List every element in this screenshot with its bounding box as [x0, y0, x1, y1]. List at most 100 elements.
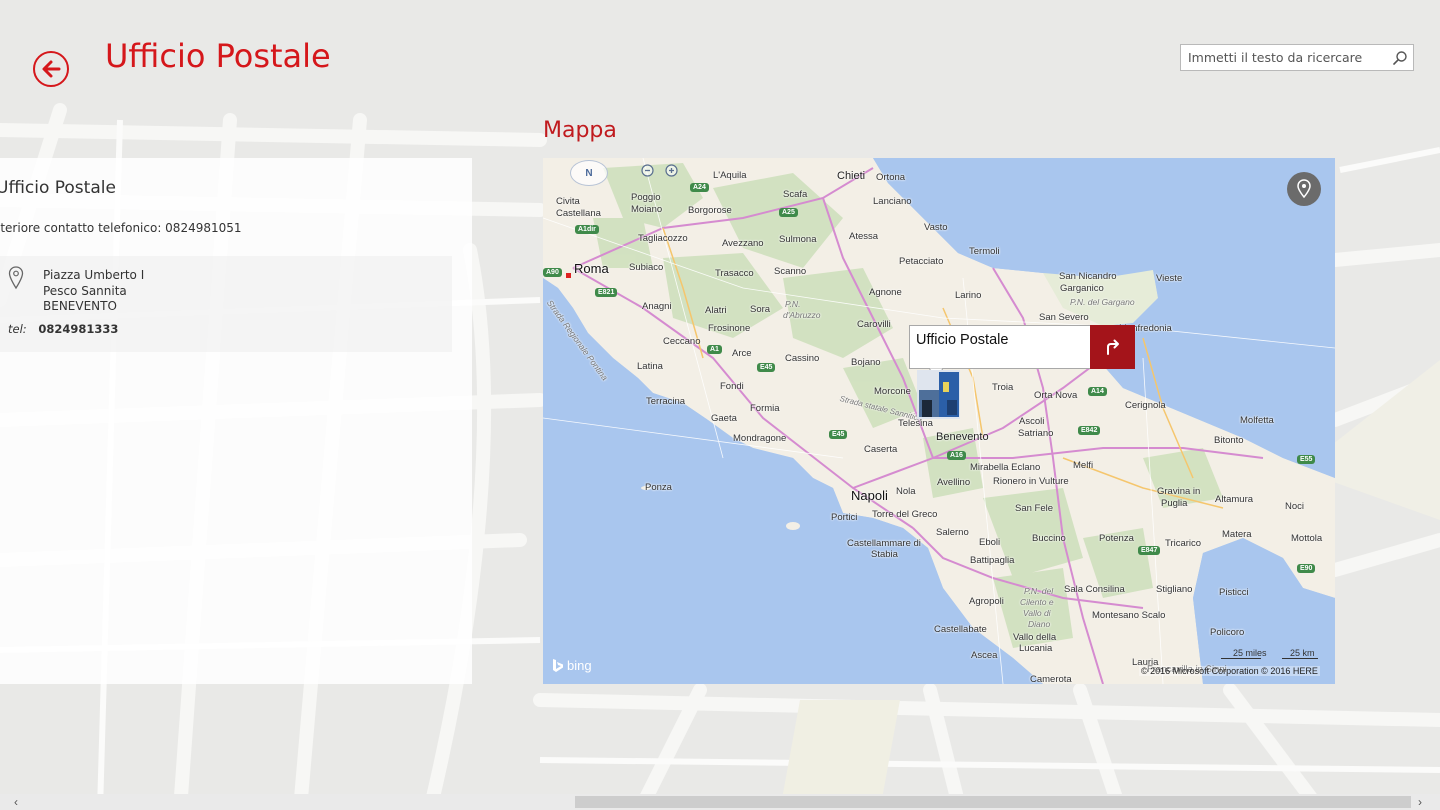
road-shield: E90: [1297, 564, 1316, 573]
map-label-noci: Noci: [1285, 501, 1305, 512]
map-label-moiano: Moiano: [631, 204, 663, 215]
search-box[interactable]: [1180, 44, 1414, 71]
map-label-agropoli: Agropoli: [969, 596, 1004, 607]
tel-value[interactable]: 0824981333: [38, 322, 118, 336]
map-label-castellana: Castellana: [556, 208, 601, 219]
map-label-castellammare: Castellammare di: [847, 538, 921, 549]
address-line-2: Pesco Sannita: [43, 283, 127, 298]
map-label-tagliacozzo: Tagliacozzo: [638, 233, 688, 244]
map-label-potenza: Potenza: [1099, 533, 1134, 544]
tel-label: tel:: [8, 322, 27, 336]
road-shield: E847: [1138, 546, 1161, 555]
search-button[interactable]: [1389, 47, 1411, 68]
map-label-altamura: Altamura: [1215, 494, 1254, 505]
road-shield: E45: [757, 363, 776, 372]
map-label-vasto: Vasto: [924, 222, 948, 233]
map-label-alatri: Alatri: [705, 305, 727, 316]
map-view[interactable]: Chieti Ortona L'Aquila Scafa Lanciano Ci…: [543, 158, 1335, 684]
map-label-molfetta: Molfetta: [1240, 415, 1274, 426]
map-label-telesina: Telesina: [898, 418, 933, 429]
map-label-dianotxt: Diano: [1028, 619, 1051, 629]
map-label-ascea: Ascea: [971, 650, 998, 661]
locate-me-button[interactable]: [1287, 172, 1321, 206]
bing-label: bing: [567, 658, 592, 673]
location-photo-thumbnail[interactable]: [917, 370, 960, 419]
scale-miles-label: 25 miles: [1233, 648, 1267, 658]
map-label-civita: Civita: [556, 196, 580, 207]
map-label-vallodellucania: Vallo della: [1013, 632, 1057, 643]
info-panel: Ufficio Postale lteriore contatto telefo…: [0, 158, 472, 684]
map-label-poggio: Poggio: [631, 192, 661, 203]
scale-km: 25 km: [1282, 648, 1318, 659]
compass-label: N: [585, 167, 593, 179]
map-label-mirabella: Mirabella Eclano: [970, 462, 1041, 473]
map-label-bitonto: Bitonto: [1214, 435, 1244, 446]
map-label-gravina: Gravina in: [1157, 486, 1201, 497]
scroll-left-arrow[interactable]: ‹: [8, 794, 24, 810]
bing-logo: bing: [552, 658, 592, 673]
search-icon: [1393, 50, 1407, 65]
map-label-anagni: Anagni: [642, 301, 672, 312]
scrollbar-thumb[interactable]: [575, 796, 1411, 808]
map-label-sannicandro: San Nicandro: [1059, 271, 1117, 282]
map-label-cassino: Cassino: [785, 353, 820, 364]
map-label-arce: Arce: [732, 348, 752, 359]
map-label-agnone: Agnone: [869, 287, 902, 298]
map-label-formia: Formia: [750, 403, 780, 414]
bing-icon: [553, 658, 563, 672]
map-label-terracina: Terracina: [646, 396, 686, 407]
directions-icon: [1106, 339, 1119, 355]
map-copyright: © 2016 Microsoft Corporation © 2016 HERE: [1139, 666, 1320, 676]
map-label-napoli: Napoli: [851, 488, 888, 503]
map-label-ortanova: Orta Nova: [1034, 390, 1078, 401]
map-label-policoro: Policoro: [1210, 627, 1245, 638]
road-shield: E821: [595, 288, 618, 297]
horizontal-scrollbar[interactable]: ‹ ›: [0, 794, 1440, 810]
road-shield: A14: [1088, 387, 1107, 396]
map-label-benevento: Benevento: [936, 431, 989, 443]
road-shield: A24: [690, 183, 709, 192]
page-title: Ufficio Postale: [105, 37, 331, 75]
extra-contact: lteriore contatto telefonico: 0824981051: [0, 221, 242, 235]
callout-title: Ufficio Postale: [916, 332, 1009, 348]
map-label-carovilli: Carovilli: [857, 319, 891, 330]
location-callout[interactable]: Ufficio Postale: [909, 325, 1135, 369]
map-label-sansevero: San Severo: [1039, 312, 1089, 323]
map-label-battipaglia: Battipaglia: [970, 555, 1015, 566]
map-label-frosinone: Frosinone: [708, 323, 751, 334]
map-label-portici: Portici: [831, 512, 858, 523]
scroll-right-arrow[interactable]: ›: [1412, 794, 1428, 810]
map-label-roma: Roma: [574, 261, 609, 276]
map-label-gargano: P.N. del Gargano: [1070, 297, 1135, 307]
road-shield: E45: [829, 430, 848, 439]
zoom-in-button[interactable]: [664, 163, 679, 178]
address-line-3: BENEVENTO: [43, 299, 117, 313]
map-label-pisticci: Pisticci: [1219, 587, 1249, 598]
map-label-aquila: L'Aquila: [713, 170, 747, 181]
map-label-sanfele: San Fele: [1015, 503, 1054, 514]
directions-button[interactable]: [1090, 325, 1135, 369]
map-label-ponza: Ponza: [645, 482, 672, 493]
zoom-out-button[interactable]: [640, 163, 655, 178]
back-button[interactable]: [33, 51, 69, 87]
map-label-atessa: Atessa: [849, 231, 879, 242]
map-label-ortona: Ortona: [876, 172, 906, 183]
map-label-termoli: Termoli: [969, 246, 1000, 257]
map-label-caserta: Caserta: [864, 444, 898, 455]
scale-km-label: 25 km: [1290, 648, 1315, 658]
road-shield: A25: [779, 208, 798, 217]
road-shield: A1dir: [575, 225, 599, 234]
map-label-cilento: P.N. del: [1024, 586, 1054, 596]
tel-row[interactable]: tel: 0824981333: [8, 322, 118, 336]
compass-control[interactable]: N: [570, 160, 608, 186]
back-arrow-icon: [42, 60, 61, 78]
road-shield: A16: [947, 451, 966, 460]
search-input[interactable]: [1181, 45, 1387, 70]
scale-miles: 25 miles: [1221, 648, 1267, 659]
address-card[interactable]: Piazza Umberto I Pesco Sannita BENEVENTO…: [0, 256, 452, 352]
map-label-trasacco: Trasacco: [715, 268, 754, 279]
map-label-castellabate: Castellabate: [934, 624, 987, 635]
road-shield: A1: [707, 345, 722, 354]
map-label-puglia: Puglia: [1161, 498, 1188, 509]
map-label-vieste: Vieste: [1156, 273, 1183, 284]
